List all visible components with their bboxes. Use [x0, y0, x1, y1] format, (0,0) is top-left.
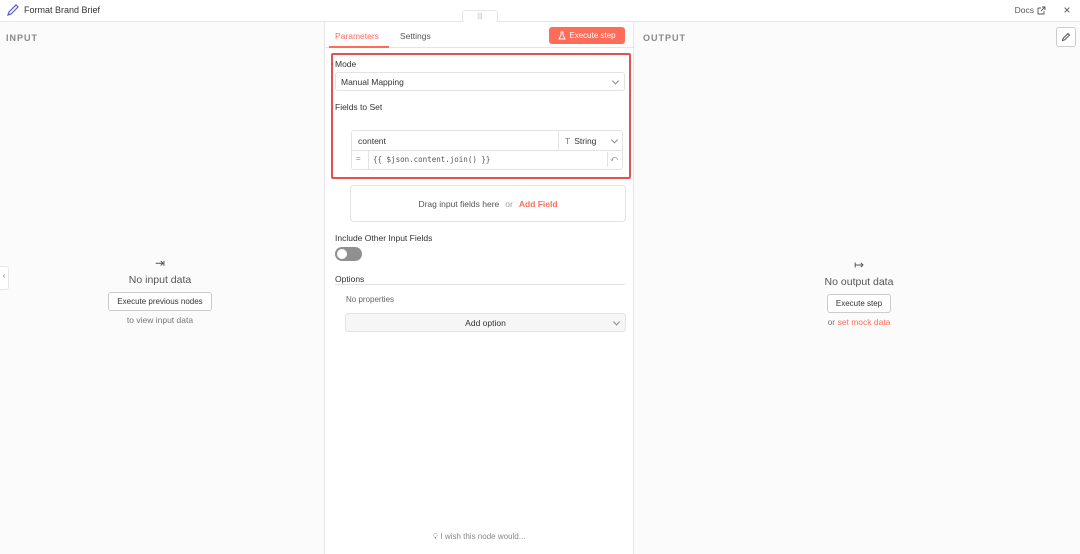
field-value-expression[interactable]: {{ $json.content.join() }} [368, 151, 606, 169]
chevron-down-icon [612, 317, 621, 326]
input-empty-subtext: to view input data [126, 315, 194, 325]
node-title[interactable]: Format Brand Brief [24, 5, 100, 15]
field-drop-zone[interactable]: Drag input fields here or Add Field [350, 185, 626, 222]
chevron-down-icon [611, 76, 620, 85]
no-properties-text: No properties [346, 295, 395, 304]
drop-zone-or: or [505, 198, 513, 209]
tab-settings[interactable]: Settings [400, 31, 431, 41]
fields-to-set-label: Fields to Set [335, 102, 383, 112]
arrow-to-line-icon: ⇥ [154, 256, 166, 270]
parameters-panel: Parameters Settings Execute step Mode Ma… [324, 22, 634, 554]
input-header: INPUT [6, 33, 38, 43]
tab-parameters[interactable]: Parameters [335, 31, 379, 41]
include-other-fields-toggle[interactable] [335, 247, 362, 261]
active-tab-indicator [329, 46, 389, 48]
title-bar: Format Brand Brief Docs × [0, 0, 1080, 22]
mode-select-value: Manual Mapping [341, 76, 404, 87]
execute-step-label: Execute step [569, 31, 616, 40]
field-name-input[interactable]: content [358, 136, 386, 146]
expand-expression-icon[interactable]: ⤺ [607, 152, 620, 167]
toggle-knob [337, 249, 347, 259]
flask-icon [558, 31, 567, 40]
mode-select[interactable]: Manual Mapping [335, 72, 625, 91]
pencil-icon [1061, 32, 1071, 42]
execute-previous-nodes-button[interactable]: Execute previous nodes [108, 292, 212, 311]
arrow-from-line-icon: ↦ [853, 258, 865, 272]
mode-label: Mode [335, 59, 357, 69]
execute-step-output-button[interactable]: Execute step [826, 294, 892, 313]
chevron-down-icon [610, 135, 619, 144]
equals-sign: = [356, 154, 361, 163]
pencil-icon[interactable] [6, 3, 20, 17]
add-option-label: Add option [465, 317, 506, 328]
input-panel: INPUT ⇥ No input data Execute previous n… [0, 22, 324, 554]
collapse-handle[interactable]: ‹ [0, 266, 9, 290]
output-empty-subtext: or set mock data [799, 317, 919, 327]
set-mock-data-link[interactable]: set mock data [838, 317, 891, 327]
input-empty-state: ⇥ No input data Execute previous nodes t… [100, 256, 220, 325]
lightbulb-icon: 💡︎ [432, 532, 439, 541]
drop-zone-text: Drag input fields here [418, 198, 500, 209]
text-type-icon: T [565, 135, 571, 146]
output-empty-title: No output data [824, 276, 894, 288]
external-link-icon [1037, 6, 1046, 14]
output-empty-state: ↦ No output data Execute step or set moc… [799, 258, 919, 327]
close-icon[interactable]: × [1060, 3, 1074, 17]
add-option-select[interactable]: Add option [345, 313, 626, 332]
feedback-text: I wish this node would... [440, 532, 526, 541]
output-sub-prefix: or [827, 317, 836, 327]
docs-label: Docs [1014, 5, 1034, 15]
edit-output-button[interactable] [1056, 27, 1076, 47]
input-empty-title: No input data [128, 274, 192, 286]
docs-link[interactable]: Docs [1015, 5, 1046, 15]
field-type-value: String [574, 135, 597, 146]
output-header: OUTPUT [643, 33, 686, 43]
execute-step-button[interactable]: Execute step [549, 27, 625, 44]
options-label: Options [335, 274, 365, 284]
panel-tabs: Parameters Settings Execute step [325, 22, 633, 48]
feedback-link[interactable]: 💡︎ I wish this node would... [325, 532, 633, 542]
options-divider [335, 284, 625, 285]
include-other-fields-label: Include Other Input Fields [335, 233, 433, 243]
field-type-select[interactable]: T String [558, 131, 623, 150]
output-panel: OUTPUT ↦ No output data Execute step or … [634, 22, 1080, 554]
field-assignment: content T String = {{ $json.content.join… [351, 130, 623, 170]
add-field-link[interactable]: Add Field [519, 199, 558, 209]
